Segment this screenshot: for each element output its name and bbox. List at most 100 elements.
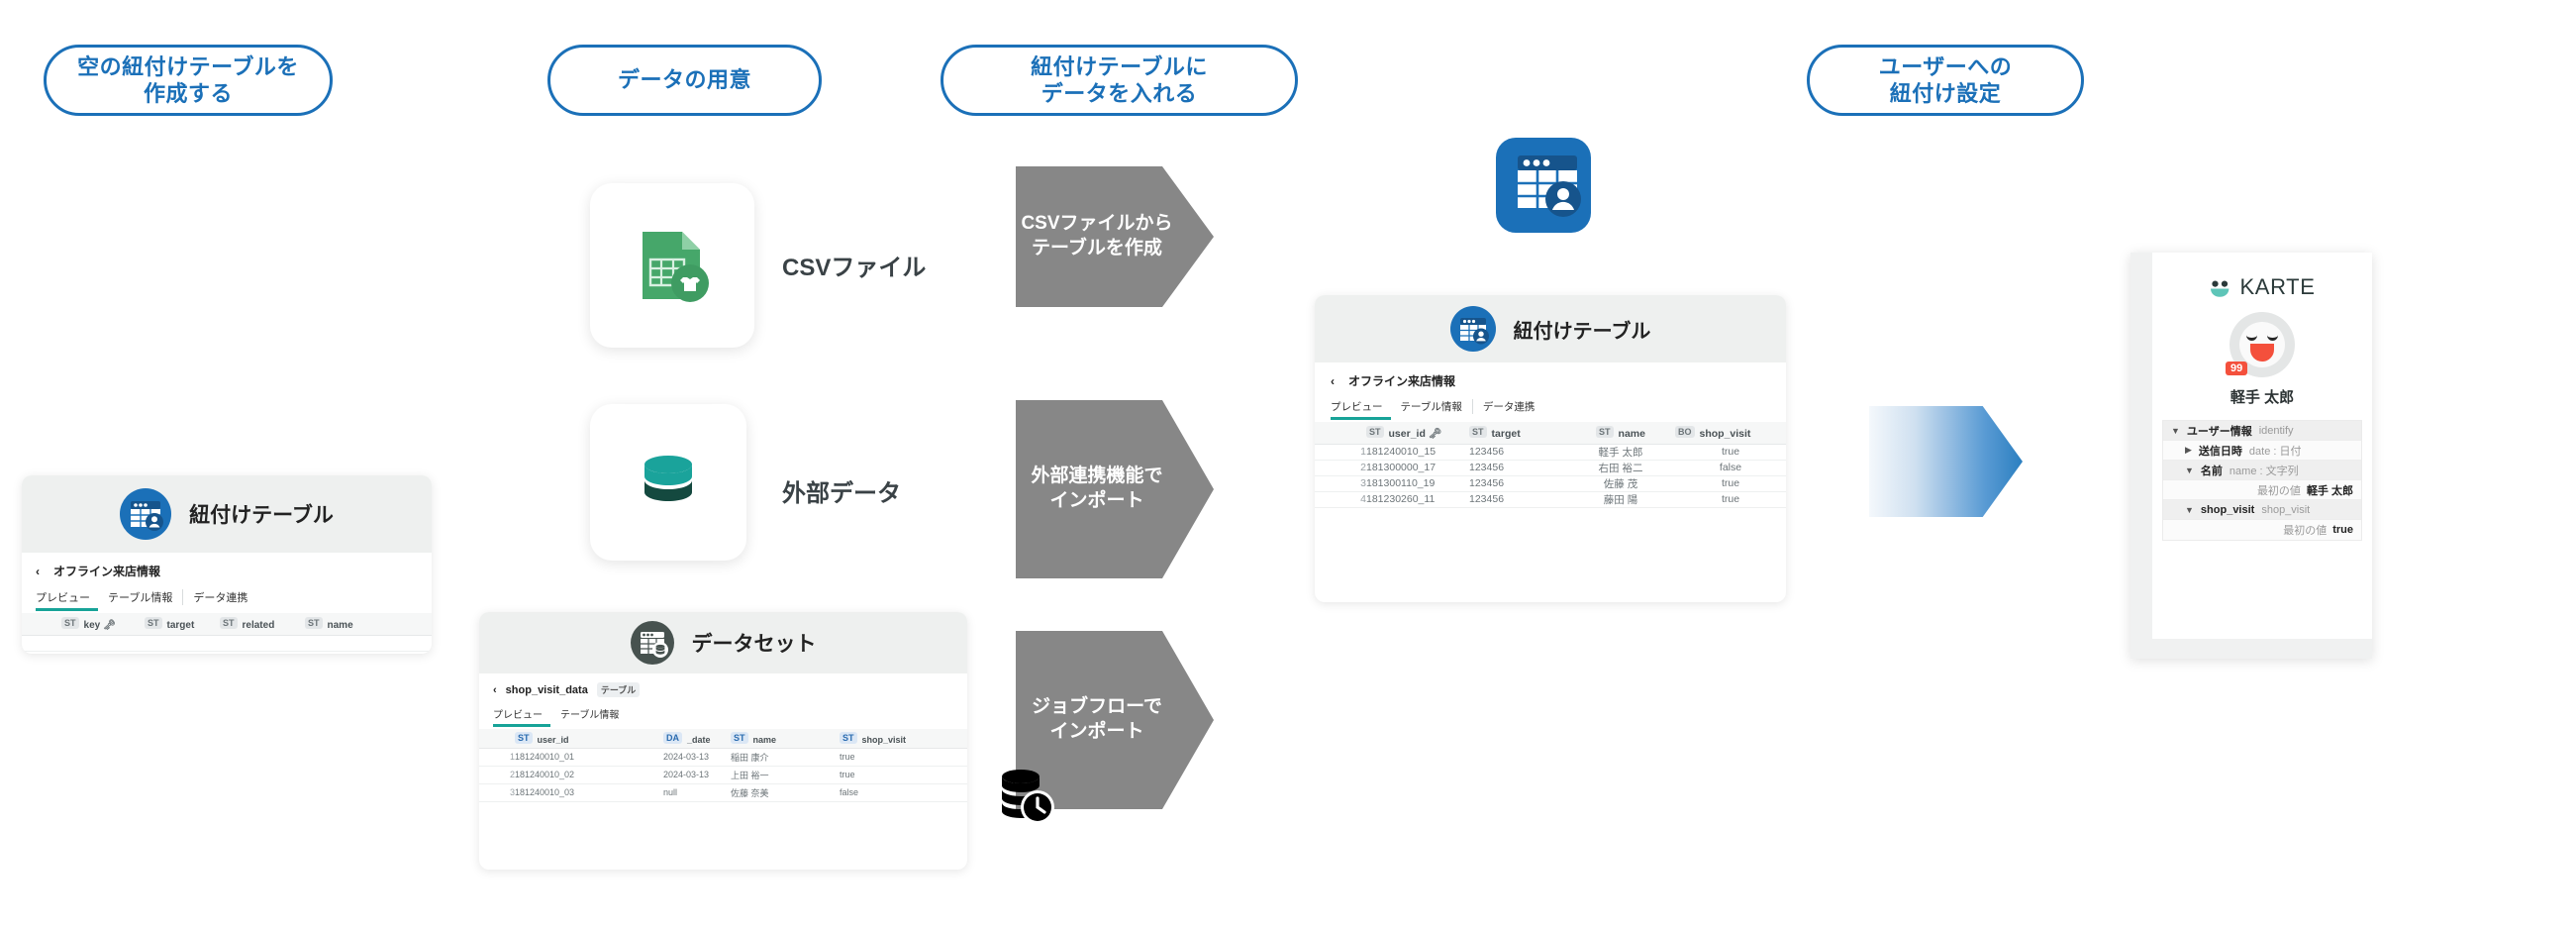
card-header: 紐付けテーブル (1315, 295, 1786, 362)
type-chip: ST (1366, 425, 1384, 438)
table-row: 3 181240010_03 null 佐藤 奈美 false (479, 783, 967, 802)
back-chevron-icon[interactable]: ‹ (1331, 374, 1335, 388)
process-arrow-create-table-from-csv: CSVファイルから テーブルを作成 (1016, 166, 1214, 307)
cell: 181240010_15 (1366, 444, 1469, 461)
cell: true (1675, 444, 1786, 461)
tree-label: 名前 (2200, 465, 2223, 477)
row-number: 2 (1315, 460, 1366, 476)
card-title: 紐付けテーブル (189, 504, 334, 527)
source-label-external-data: 外部データ (782, 480, 901, 507)
column-header-related[interactable]: ST related (220, 613, 305, 636)
column-header-user-id[interactable]: ST user_id 🗝 (1366, 422, 1469, 445)
breadcrumb[interactable]: ‹ オフライン来店情報 (36, 563, 418, 579)
step-pill-create-empty-table[interactable]: 空の紐付けテーブルを 作成する (44, 45, 333, 116)
cell: 右田 裕二 (1566, 460, 1675, 476)
tab-table-info[interactable]: テーブル情報 (550, 706, 629, 721)
step-pill-prepare-data[interactable]: データの用意 (547, 45, 822, 116)
column-header-key[interactable]: ST key 🗝 (61, 613, 145, 636)
dataset-icon (630, 621, 674, 665)
cell: 181240010_03 (515, 783, 663, 802)
breadcrumb[interactable]: ‹ オフライン来店情報 (1331, 372, 1770, 389)
column-header-target[interactable]: ST target (145, 613, 220, 636)
row-number: 3 (479, 783, 515, 802)
type-chip: ST (305, 616, 323, 629)
cell: 2024-03-13 (663, 766, 731, 784)
avatar-face-icon (2239, 322, 2285, 367)
tree-row-name[interactable]: ▼ 名前 name : 文字列 (2163, 461, 2361, 480)
breadcrumb[interactable]: ‹ shop_visit_data テーブル (493, 682, 953, 697)
column-header-user-id[interactable]: ST user_id (515, 729, 663, 749)
process-arrow-label: ジョブフローで インポート (1032, 696, 1162, 742)
step-pill-label: データの用意 (617, 67, 751, 93)
cell: 181240010_02 (515, 766, 663, 784)
key-icon: 🗝 (103, 619, 116, 631)
tree-sub: shop_visit (2261, 503, 2311, 516)
source-label-csv: CSVファイル (782, 255, 927, 281)
caret-down-icon[interactable]: ▼ (2171, 426, 2180, 436)
card-header: 紐付けテーブル (22, 475, 432, 553)
column-header-shop-visit[interactable]: ST shop_visit (840, 729, 967, 749)
row-number: 4 (1315, 491, 1366, 508)
column-header-name[interactable]: ST name (731, 729, 840, 749)
cell: false (840, 783, 967, 802)
card-body: ‹ オフライン来店情報 プレビュー テーブル情報 データ連携 (22, 553, 432, 611)
tree-row-shop-visit-value: 最初の値 true (2163, 520, 2361, 540)
cell: 181240010_01 (515, 748, 663, 767)
tab-preview[interactable]: プレビュー (36, 589, 98, 611)
tab-label: テーブル情報 (108, 592, 173, 604)
type-chip: ST (840, 731, 857, 744)
step-pill-insert-data[interactable]: 紐付けテーブルに データを入れる (941, 45, 1298, 116)
tab-data-link[interactable]: データ連携 (1471, 399, 1545, 414)
row-number-header (22, 613, 61, 636)
source-tile-external-data[interactable] (590, 404, 746, 561)
column-header-name[interactable]: ST name (305, 613, 432, 636)
caret-down-icon[interactable]: ▼ (2185, 505, 2194, 515)
tab-bar[interactable]: プレビュー テーブル情報 (493, 706, 953, 727)
tree-row-user-info[interactable]: ▼ ユーザー情報 identify (2163, 421, 2361, 441)
karte-smile-icon (2210, 278, 2233, 297)
tab-table-info[interactable]: テーブル情報 (98, 589, 182, 605)
column-header-name[interactable]: ST name (1566, 422, 1675, 445)
cell (220, 635, 305, 652)
table-row: 1 181240010_15 123456 軽手 太郎 true (1315, 444, 1786, 461)
caret-right-icon[interactable]: ▶ (2185, 445, 2192, 456)
column-header-shop-visit[interactable]: BO shop_visit (1675, 422, 1786, 445)
cell: 123456 (1469, 491, 1566, 508)
cell: 軽手 太郎 (1566, 444, 1675, 461)
tab-preview[interactable]: プレビュー (1331, 399, 1391, 420)
step-pill-label: 紐付けテーブルに データを入れる (1031, 53, 1208, 107)
cell: true (1675, 491, 1786, 508)
breadcrumb-label: shop_visit_data (505, 683, 588, 696)
column-header-date[interactable]: DA _date (663, 729, 731, 749)
tree-row-shop-visit[interactable]: ▼ shop_visit shop_visit (2163, 500, 2361, 520)
tab-data-link[interactable]: データ連携 (182, 589, 257, 605)
column-name: shop_visit (1699, 427, 1751, 440)
table-row: 1 181240010_01 2024-03-13 稲田 康介 true (479, 748, 967, 767)
tab-bar[interactable]: プレビュー テーブル情報 データ連携 (36, 589, 418, 611)
column-header-target[interactable]: ST target (1469, 422, 1566, 445)
cell: false (1675, 460, 1786, 476)
tree-row-send-datetime[interactable]: ▶ 送信日時 date : 日付 (2163, 441, 2361, 461)
tab-preview[interactable]: プレビュー (493, 706, 550, 727)
tree-sub: date : 日付 (2248, 445, 2302, 458)
table-row: 2 181300000_17 123456 右田 裕二 false (1315, 460, 1786, 476)
column-name: name (752, 734, 777, 745)
card-title: 紐付けテーブル (1513, 320, 1651, 343)
caret-down-icon[interactable]: ▼ (2185, 466, 2194, 475)
row-number: 1 (1315, 444, 1366, 461)
preview-table: ST user_id DA _date ST name ST shop_visit 1 … (479, 729, 967, 802)
row-number-header (1315, 422, 1366, 445)
process-arrow-import-external-link: 外部連携機能で インポート (1016, 400, 1214, 578)
database-clock-icon (993, 763, 1060, 830)
key-icon: 🗝 (1428, 427, 1442, 440)
back-chevron-icon[interactable]: ‹ (493, 684, 497, 696)
step-pill-user-binding[interactable]: ユーザーへの 紐付け設定 (1807, 45, 2084, 116)
row-number: 3 (1315, 475, 1366, 492)
tab-label: データ連携 (1482, 401, 1536, 413)
source-tile-csv[interactable] (590, 183, 754, 348)
tab-table-info[interactable]: テーブル情報 (1391, 399, 1472, 414)
tab-bar[interactable]: プレビュー テーブル情報 データ連携 (1331, 399, 1770, 420)
linked-table-empty-card: 紐付けテーブル ‹ オフライン来店情報 プレビュー テーブル情報 データ連携 S… (22, 475, 432, 654)
tab-label: テーブル情報 (1400, 401, 1462, 413)
back-chevron-icon[interactable]: ‹ (36, 565, 40, 578)
